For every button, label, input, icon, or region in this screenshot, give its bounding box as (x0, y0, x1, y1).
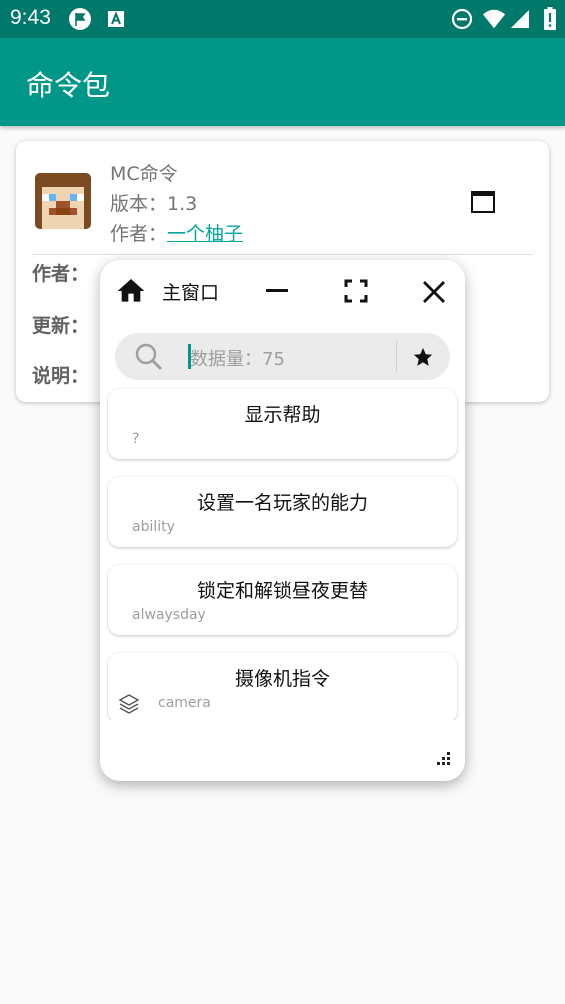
home-icon[interactable] (115, 275, 147, 307)
search-divider (396, 341, 397, 372)
accessibility-icon (104, 7, 128, 31)
battery-icon (538, 7, 562, 31)
search-bar[interactable]: 数据量：75 (115, 333, 450, 380)
page-title: 命令包 (26, 69, 111, 102)
command-name: 摄像机指令 (234, 668, 330, 690)
command-name: 锁定和解锁昼夜更替 (196, 580, 368, 602)
author-label: 作者： (110, 223, 168, 245)
search-icon (134, 342, 164, 372)
flag-icon (68, 7, 92, 31)
command-keyword: ? (132, 431, 140, 447)
status-bar: 9:43 (0, 0, 565, 38)
minimize-icon[interactable] (264, 278, 290, 304)
wifi-icon (482, 7, 506, 31)
star-icon[interactable] (411, 345, 435, 369)
package-author-row: 作者：一个柚子 (110, 219, 243, 249)
search-input[interactable]: 数据量：75 (190, 345, 285, 371)
command-name: 显示帮助 (244, 404, 321, 426)
status-time: 9:43 (10, 6, 51, 29)
list-item[interactable]: 显示帮助 ? (108, 389, 457, 459)
close-icon[interactable] (420, 278, 448, 306)
detail-author-label: 作者： (32, 263, 90, 285)
command-name: 设置一名玩家的能力 (196, 492, 368, 514)
version-value: 1.3 (167, 193, 198, 215)
list-item[interactable]: 设置一名玩家的能力 ability (108, 477, 457, 547)
command-keyword: ability (132, 519, 175, 535)
package-name: MC命令 (110, 163, 178, 185)
detail-update-label: 更新： (32, 315, 90, 337)
fullscreen-icon[interactable] (343, 278, 369, 304)
dnd-icon (450, 7, 474, 31)
app-bar: 命令包 (0, 38, 565, 126)
detail-description-label: 说明： (32, 365, 90, 387)
package-info: MC命令 版本：1.3 作者：一个柚子 (110, 159, 243, 249)
version-label: 版本： (110, 193, 168, 215)
command-keyword: camera (158, 695, 211, 711)
signal-icon (508, 7, 532, 31)
package-avatar (35, 173, 91, 229)
command-list[interactable]: 显示帮助 ? 设置一名玩家的能力 ability 锁定和解锁昼夜更替 alway… (106, 387, 459, 720)
window-icon[interactable] (471, 191, 495, 213)
divider (32, 254, 533, 255)
package-version-row: 版本：1.3 (110, 189, 243, 219)
author-link[interactable]: 一个柚子 (167, 223, 243, 245)
window-title: 主窗口 (162, 282, 220, 304)
command-keyword: alwaysday (132, 607, 206, 623)
layers-icon (118, 693, 140, 715)
floating-window[interactable]: 主窗口 数据量：75 显示帮助 ? 设置一名玩家的能力 ability 锁定和解… (100, 260, 465, 781)
list-item[interactable]: 摄像机指令 camera (108, 653, 457, 720)
list-item[interactable]: 锁定和解锁昼夜更替 alwaysday (108, 565, 457, 635)
resize-handle-icon[interactable] (433, 750, 451, 768)
